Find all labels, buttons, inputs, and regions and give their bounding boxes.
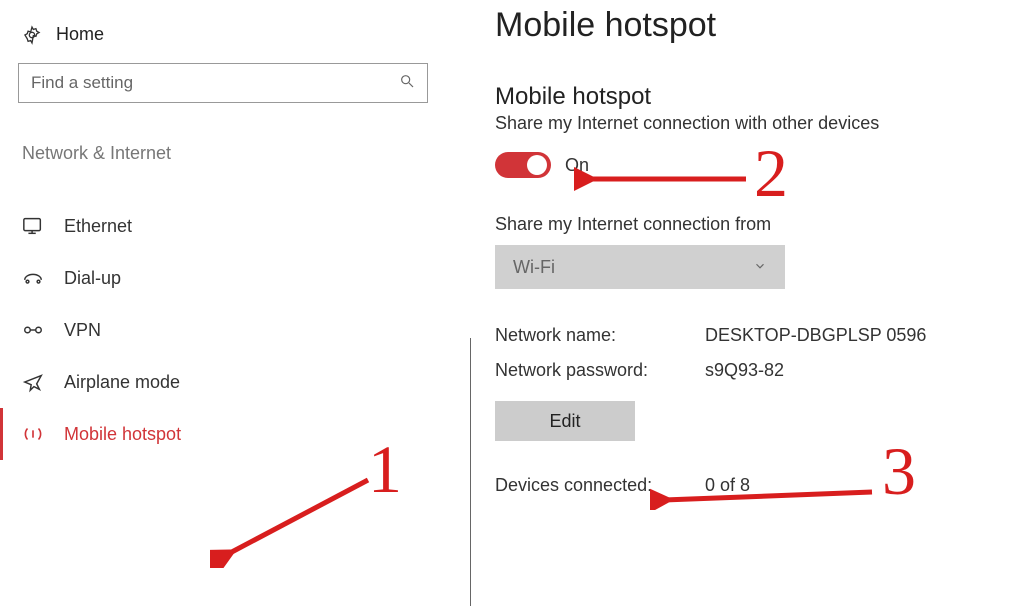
sidebar-item-label: Dial-up — [64, 268, 121, 289]
chevron-down-icon — [753, 257, 767, 278]
network-password-label: Network password: — [495, 360, 705, 381]
vpn-icon — [22, 319, 44, 341]
sidebar-item-vpn[interactable]: VPN — [18, 304, 455, 356]
nav-list: Ethernet Dial-up VPN — [18, 200, 455, 460]
page-title: Mobile hotspot — [495, 6, 1029, 45]
ethernet-icon — [22, 215, 44, 237]
section-title: Mobile hotspot — [495, 83, 1029, 111]
search-icon — [399, 73, 415, 93]
settings-sidebar: Home Network & Internet Ethernet — [0, 0, 455, 612]
sidebar-item-ethernet[interactable]: Ethernet — [18, 200, 455, 252]
dialup-icon — [22, 267, 44, 289]
sidebar-item-label: VPN — [64, 320, 101, 341]
main-content: Mobile hotspot Mobile hotspot Share my I… — [455, 0, 1029, 612]
sidebar-item-mobile-hotspot[interactable]: Mobile hotspot — [0, 408, 455, 460]
sidebar-item-airplane[interactable]: Airplane mode — [18, 356, 455, 408]
share-description: Share my Internet connection with other … — [495, 113, 1029, 134]
share-from-dropdown[interactable]: Wi-Fi — [495, 245, 785, 289]
share-from-label: Share my Internet connection from — [495, 214, 1029, 235]
search-box[interactable] — [18, 63, 428, 103]
toggle-knob — [527, 155, 547, 175]
network-name-label: Network name: — [495, 325, 705, 346]
hotspot-toggle[interactable] — [495, 152, 551, 178]
sidebar-item-label: Ethernet — [64, 216, 132, 237]
sidebar-item-dialup[interactable]: Dial-up — [18, 252, 455, 304]
sidebar-item-label: Mobile hotspot — [64, 424, 181, 445]
toggle-state-label: On — [565, 155, 589, 176]
gear-icon — [22, 25, 42, 45]
devices-value: 0 of 8 — [705, 475, 750, 496]
network-name-value: DESKTOP-DBGPLSP 0596 — [705, 325, 926, 346]
dropdown-value: Wi-Fi — [513, 257, 555, 278]
category-label: Network & Internet — [18, 143, 455, 164]
edit-button[interactable]: Edit — [495, 401, 635, 441]
airplane-icon — [22, 371, 44, 393]
network-password-value: s9Q93-82 — [705, 360, 784, 381]
vertical-divider — [470, 338, 471, 606]
devices-label: Devices connected: — [495, 475, 705, 496]
search-input[interactable] — [31, 73, 391, 93]
home-link[interactable]: Home — [18, 18, 455, 63]
sidebar-item-label: Airplane mode — [64, 372, 180, 393]
home-label: Home — [56, 24, 104, 45]
hotspot-icon — [22, 423, 44, 445]
